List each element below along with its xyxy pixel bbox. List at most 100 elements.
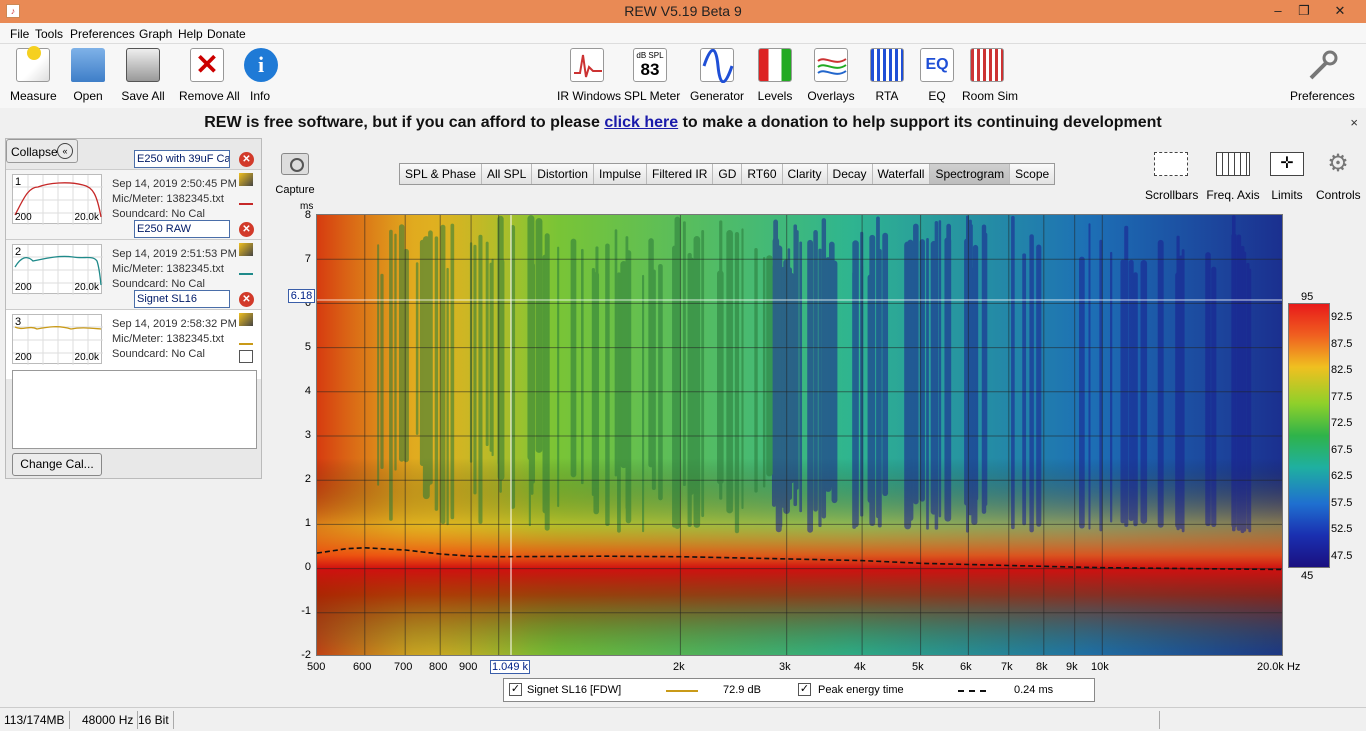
tab-spl-phase[interactable]: SPL & Phase	[400, 164, 482, 184]
measurement-item-selected[interactable]: Signet SL16 ✕ 3 200 20.0k Sep 14, 2019 2…	[6, 290, 261, 379]
freq-axis-button[interactable]: Freq. Axis	[1206, 152, 1260, 202]
decay-ridge	[535, 218, 543, 453]
decay-ridge	[625, 250, 632, 524]
measurement-thumbnail: 2 200 20.0k	[12, 244, 103, 295]
tab-decay[interactable]: Decay	[827, 164, 873, 184]
tab-rt60[interactable]: RT60	[742, 164, 783, 184]
trace-color-icon[interactable]	[239, 192, 253, 205]
measurement-soundcard: Soundcard: No Cal	[112, 348, 205, 360]
decay-ridge	[557, 246, 560, 508]
y-tick: 0	[304, 561, 311, 573]
minimize-button[interactable]: –	[1264, 2, 1292, 20]
overlays-button[interactable]: Overlays	[806, 48, 856, 103]
y-tick: 2	[304, 473, 311, 485]
peak-visible-checkbox[interactable]: ✓	[798, 683, 811, 696]
notes-icon[interactable]	[239, 350, 253, 363]
x-tick: 7k	[1001, 661, 1013, 673]
decay-ridge	[403, 248, 409, 463]
save-all-button[interactable]: Save All	[121, 48, 165, 103]
decay-ridge	[605, 243, 610, 527]
tab-distortion[interactable]: Distortion	[532, 164, 594, 184]
decay-ridge	[658, 264, 663, 501]
remove-all-button[interactable]: ✕ Remove All	[179, 48, 240, 103]
maximize-button[interactable]: ❐	[1290, 2, 1318, 20]
decay-ridge	[762, 257, 766, 488]
controls-button[interactable]: ⚙ Controls	[1316, 152, 1361, 203]
measurement-name-input[interactable]: E250 with 39uF Cap	[134, 150, 230, 168]
measurement-name-input[interactable]: Signet SL16	[134, 290, 230, 308]
measure-button[interactable]: Measure	[10, 46, 57, 103]
trace-color-icon[interactable]	[239, 262, 253, 275]
measurement-name-input[interactable]: E250 RAW	[134, 220, 230, 238]
donate-link[interactable]: click here	[604, 114, 678, 131]
measurement-thumbnail: 3 200 20.0k	[12, 314, 103, 365]
tab-all-spl[interactable]: All SPL	[481, 164, 533, 184]
rta-button[interactable]: RTA	[869, 48, 905, 103]
spl-meter-button[interactable]: dB SPL 83 SPL Meter	[624, 48, 680, 103]
thumb-x-min: 200	[15, 212, 32, 223]
tab-gd[interactable]: GD	[713, 164, 743, 184]
overlays-icon	[814, 48, 848, 82]
limits-button[interactable]: ✛ Limits	[1268, 152, 1306, 202]
spectrogram-plot[interactable]	[316, 214, 1283, 656]
graph-settings-icon[interactable]	[239, 243, 253, 256]
tab-filtered-ir[interactable]: Filtered IR	[647, 164, 714, 184]
tab-clarity[interactable]: Clarity	[782, 164, 828, 184]
ir-windows-button[interactable]: IR Windows	[557, 48, 621, 103]
collapse-button[interactable]: Collapse «	[6, 139, 78, 163]
decay-ridge	[867, 274, 874, 504]
levels-button[interactable]: Levels	[756, 48, 794, 103]
decay-ridge	[415, 262, 419, 435]
decay-ridge	[904, 254, 908, 512]
change-cal-button[interactable]: Change Cal...	[12, 453, 102, 476]
color-tick: 77.5	[1331, 391, 1353, 403]
decay-ridge	[434, 236, 439, 511]
decay-ridge	[485, 241, 489, 447]
notes-textarea[interactable]	[12, 370, 257, 449]
color-tick: 87.5	[1331, 338, 1353, 350]
color-tick: 92.5	[1331, 311, 1353, 323]
delete-measurement-icon[interactable]: ✕	[239, 292, 254, 307]
scrollbars-button[interactable]: Scrollbars	[1145, 152, 1198, 202]
graph-settings-icon[interactable]	[239, 313, 253, 326]
tab-scope[interactable]: Scope	[1010, 164, 1055, 184]
preferences-button[interactable]: Preferences	[1290, 48, 1355, 103]
menu-donate[interactable]: Donate	[207, 27, 246, 41]
x-tick: 2k	[673, 661, 685, 673]
menu-file[interactable]: File	[10, 27, 29, 41]
open-button[interactable]: Open	[70, 48, 106, 103]
folder-icon	[71, 48, 105, 82]
decay-ridge	[813, 230, 818, 512]
tab-spectrogram[interactable]: Spectrogram	[930, 164, 1011, 184]
close-button[interactable]: ✕	[1326, 2, 1354, 20]
room-sim-button[interactable]: Room Sim	[962, 48, 1018, 103]
decay-ridge	[1088, 223, 1091, 530]
delete-measurement-icon[interactable]: ✕	[239, 152, 254, 167]
info-button[interactable]: i Info	[244, 48, 278, 103]
trace-color-icon[interactable]	[239, 332, 253, 345]
thumb-x-max: 20.0k	[74, 212, 99, 223]
memory-status: 113/174MB	[0, 711, 70, 729]
menu-graph[interactable]: Graph	[139, 27, 172, 41]
tab-impulse[interactable]: Impulse	[593, 164, 648, 184]
eq-button[interactable]: EQ EQ	[920, 48, 954, 103]
decay-ridge	[1211, 266, 1217, 528]
menu-tools[interactable]: Tools	[35, 27, 63, 41]
capture-button[interactable]: Capture	[275, 153, 315, 196]
menu-preferences[interactable]: Preferences	[70, 27, 135, 41]
series-visible-checkbox[interactable]: ✓	[509, 683, 522, 696]
color-tick: 72.5	[1331, 417, 1353, 429]
graph-legend: ✓ Signet SL16 [FDW] 72.9 dB ✓ Peak energ…	[503, 678, 1095, 702]
banner-close-icon[interactable]: ×	[1350, 115, 1358, 130]
decay-ridge	[719, 220, 723, 500]
decay-ridge	[926, 238, 929, 530]
y-tick: 4	[304, 385, 311, 397]
menu-help[interactable]: Help	[178, 27, 203, 41]
delete-measurement-icon[interactable]: ✕	[239, 222, 254, 237]
tab-waterfall[interactable]: Waterfall	[872, 164, 931, 184]
status-message	[170, 711, 1160, 729]
cursor-x-readout: 1.049 k	[490, 660, 530, 674]
generator-button[interactable]: Generator	[690, 48, 744, 103]
decay-ridge	[1236, 234, 1242, 531]
graph-settings-icon[interactable]	[239, 173, 253, 186]
